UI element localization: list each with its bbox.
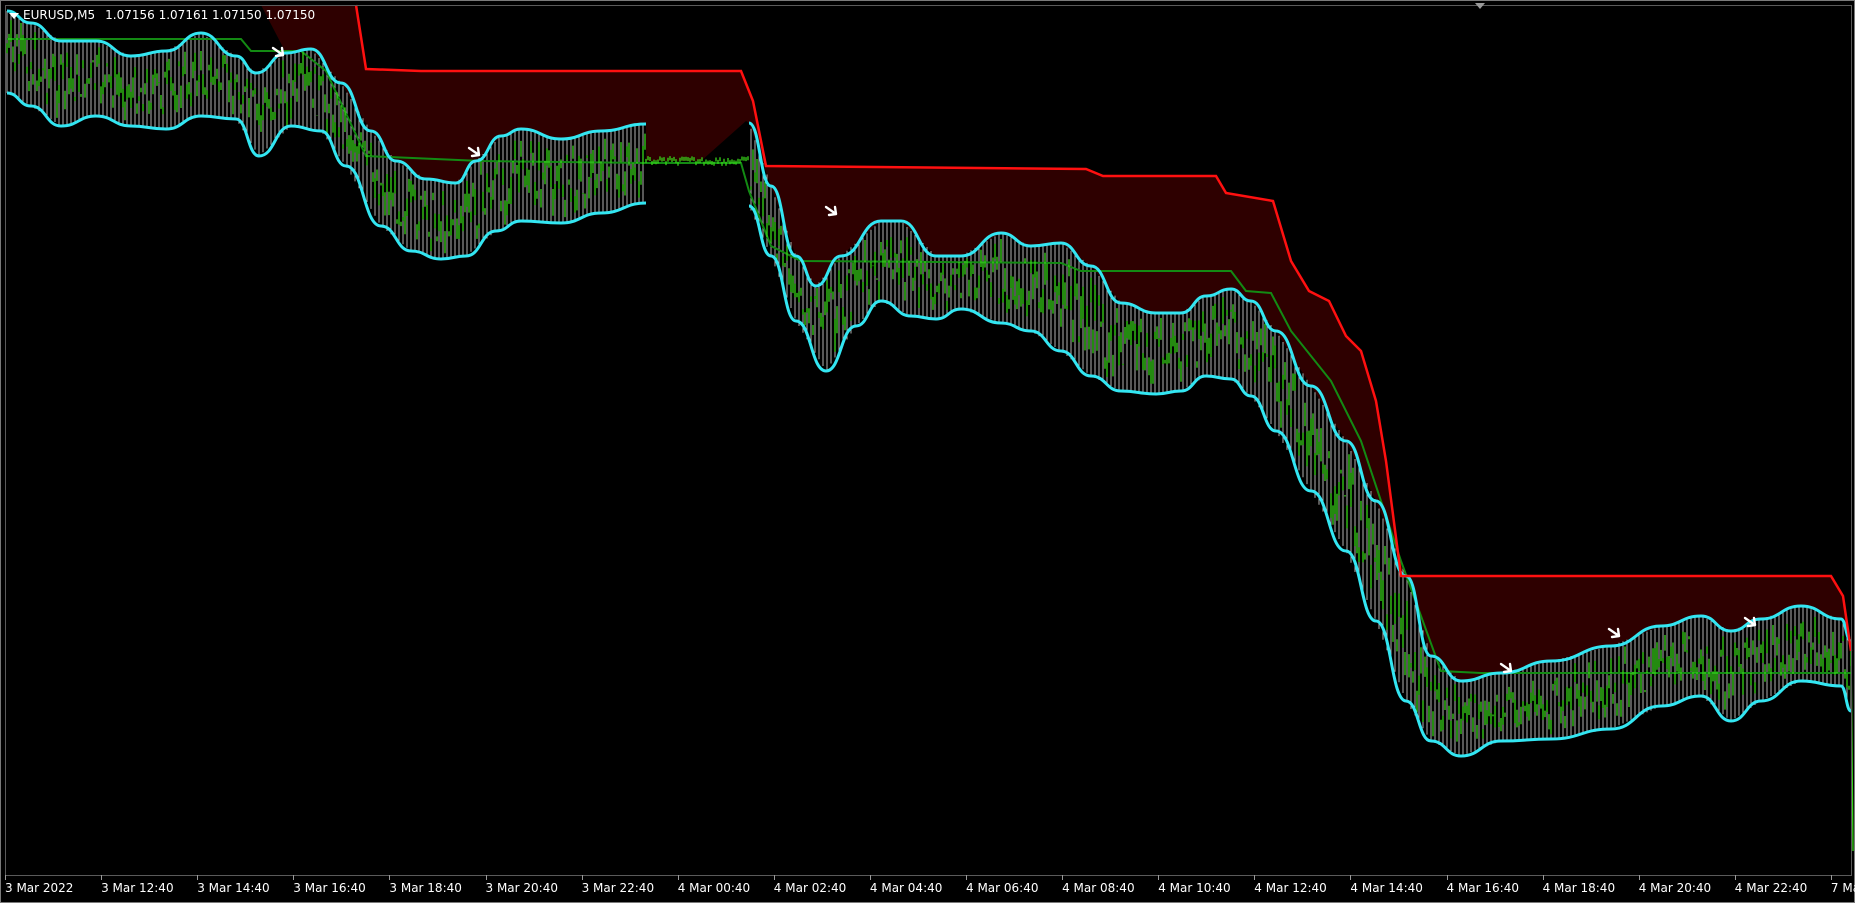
time-tick-label: 4 Mar 08:40 (1062, 881, 1135, 895)
time-tick-label: 4 Mar 16:40 (1446, 881, 1520, 895)
time-tick-label: 4 Mar 10:40 (1158, 881, 1231, 895)
time-tick-mark (581, 875, 583, 880)
time-tick-label: 3 Mar 18:40 (389, 881, 462, 895)
time-axis: 3 Mar 2022 3 Mar 12:40 3 Mar 14:40 3 Mar 16… (1, 875, 1855, 902)
time-tick-label: 3 Mar 12:40 (101, 881, 174, 895)
time-tick-mark (1542, 875, 1544, 880)
time-tick-label: 4 Mar 04:40 (869, 881, 943, 895)
time-tick-mark (1350, 875, 1352, 880)
time-tick-label: 4 Mar 06:40 (966, 881, 1039, 895)
time-tick-label: 7 Ma (1830, 881, 1855, 895)
price-candles (6, 20, 1854, 852)
time-tick-label: 3 Mar 2022 (5, 881, 74, 895)
symbol-label: EURUSD,M5 (23, 8, 96, 22)
time-tick-mark (5, 875, 6, 880)
time-tick-label: 4 Mar 00:40 (677, 881, 751, 895)
time-tick-mark (485, 875, 487, 880)
time-tick-mark (1062, 875, 1064, 880)
chart-shift-marker-icon[interactable] (1475, 3, 1485, 9)
time-tick-mark (1254, 875, 1256, 880)
trailing-stop-fill (261, 5, 1851, 681)
time-tick-mark (1158, 875, 1160, 880)
time-tick-label: 4 Mar 12:40 (1254, 881, 1327, 895)
time-tick-label: 3 Mar 20:40 (485, 881, 559, 895)
chart-header: EURUSD,M5 1.07156 1.07161 1.07150 1.0715… (9, 7, 315, 23)
time-tick-label: 3 Mar 16:40 (293, 881, 366, 895)
time-tick-mark (1830, 875, 1832, 880)
price-chart-canvas[interactable] (1, 1, 1855, 875)
chart-menu-triangle-icon[interactable] (9, 12, 19, 19)
time-tick-mark (101, 875, 103, 880)
time-tick-label: 4 Mar 14:40 (1350, 881, 1423, 895)
time-tick-mark (1734, 875, 1736, 880)
time-tick-mark (197, 875, 199, 880)
time-tick-mark (1446, 875, 1448, 880)
ohlc-quotes: 1.07156 1.07161 1.07150 1.07150 (105, 8, 316, 22)
time-tick-mark (1638, 875, 1640, 880)
time-tick-mark (773, 875, 775, 880)
time-tick-label: 3 Mar 22:40 (581, 881, 655, 895)
time-tick-mark (869, 875, 871, 880)
time-tick-label: 4 Mar 20:40 (1638, 881, 1712, 895)
time-tick-mark (677, 875, 679, 880)
time-tick-mark (966, 875, 967, 880)
time-tick-label: 4 Mar 22:40 (1734, 881, 1808, 895)
time-tick-mark (389, 875, 391, 880)
time-tick-label: 4 Mar 18:40 (1542, 881, 1616, 895)
time-tick-mark (293, 875, 295, 880)
chart-window: EURUSD,M5 1.07156 1.07161 1.07150 1.0715… (0, 0, 1855, 903)
time-tick-label: 3 Mar 14:40 (197, 881, 270, 895)
time-tick-label: 4 Mar 02:40 (773, 881, 847, 895)
